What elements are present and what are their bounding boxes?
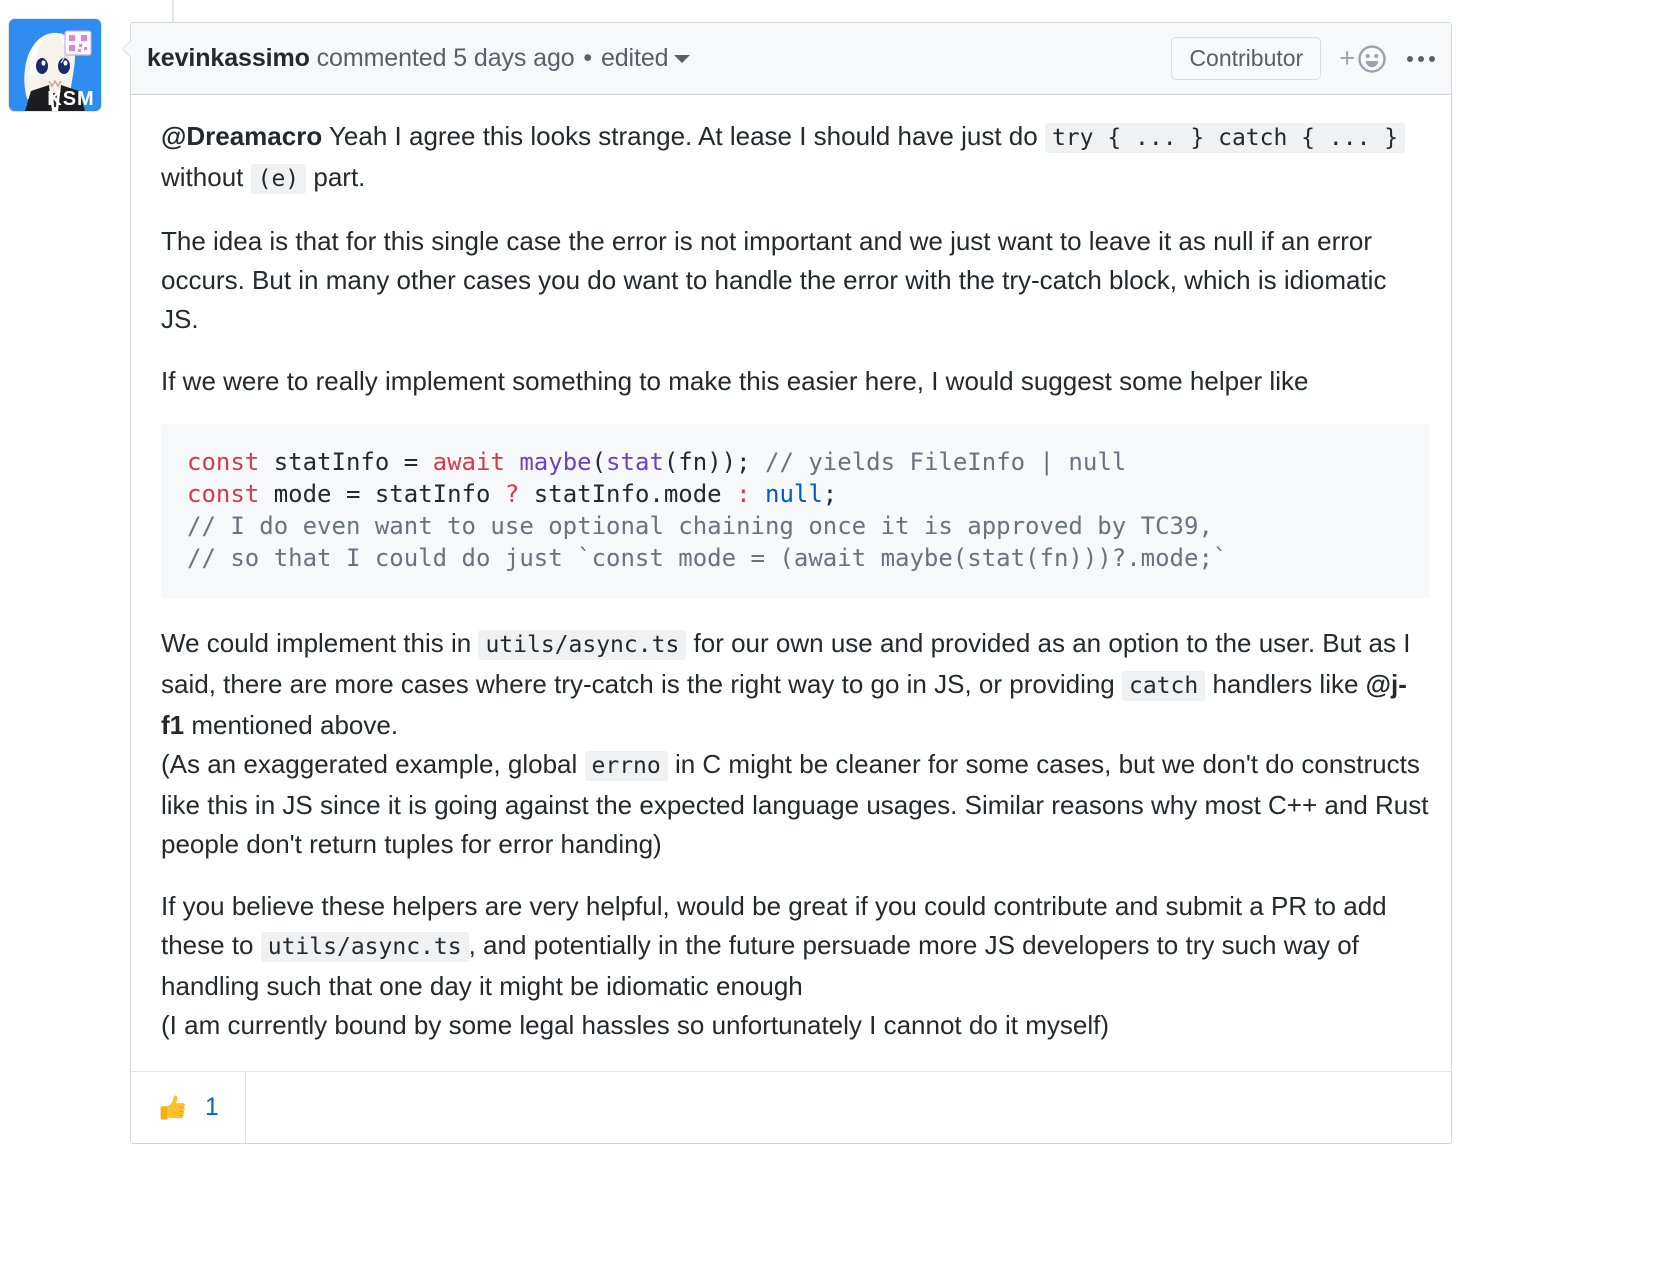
comment-meta: kevinkassimo commented 5 days ago • edit…: [147, 44, 1171, 73]
comment-header: kevinkassimo commented 5 days ago • edit…: [131, 23, 1451, 95]
code-keyword-const-2: const: [187, 480, 260, 508]
comment-container: kevinkassimo commented 5 days ago • edit…: [122, 22, 1452, 1144]
inline-code-try-catch: try { ... } catch { ... }: [1044, 123, 1406, 153]
p4-text-a: We could implement this in: [161, 628, 479, 658]
p4-text-d: mentioned above.: [184, 710, 399, 740]
inline-code-e: (e): [250, 164, 307, 194]
paragraph-2: The idea is that for this single case th…: [161, 226, 1387, 334]
comment-box: kevinkassimo commented 5 days ago • edit…: [122, 22, 1452, 1144]
kebab-dot: [1407, 55, 1413, 62]
code-block: const statInfo = await maybe(stat(fn)); …: [161, 424, 1429, 598]
comment-actions-menu-button[interactable]: [1405, 55, 1435, 62]
paragraph-6: If you believe these helpers are very he…: [161, 887, 1429, 1006]
code-fn-maybe: maybe: [519, 448, 592, 476]
inline-code-errno: errno: [584, 751, 668, 781]
user-mention-dreamacro[interactable]: @Dreamacro: [161, 121, 322, 151]
code-fn-stat: stat: [606, 448, 664, 476]
meta-separator: •: [583, 44, 593, 72]
paragraph-5: (As an exaggerated example, global errno…: [161, 745, 1429, 864]
p1-text-a: Yeah I agree this looks strange. At leas…: [322, 121, 1045, 151]
inline-code-utils-async-1: utils/async.ts: [478, 630, 687, 660]
plus-icon: +: [1339, 43, 1355, 73]
comment-header-actions: Contributor +: [1171, 36, 1435, 81]
code-operator-ternary-colon: :: [736, 480, 751, 508]
code-block-content: const statInfo = await maybe(stat(fn)); …: [187, 446, 1403, 574]
code-constant-null: null: [765, 480, 823, 508]
svg-text:KSM: KSM: [47, 88, 94, 110]
code-line1-paren: (: [591, 448, 607, 476]
comment-author-link[interactable]: kevinkassimo: [147, 44, 310, 72]
code-line2-var1: mode = statInfo: [259, 480, 505, 508]
thumbs-up-emoji-icon: [157, 1092, 189, 1124]
comment-timestamp[interactable]: 5 days ago: [453, 44, 574, 72]
smiley-face-icon: [1357, 44, 1387, 74]
comment-action-label: commented: [316, 44, 447, 72]
chevron-down-icon[interactable]: [674, 55, 691, 63]
paragraph-4: We could implement this in utils/async.t…: [161, 624, 1429, 745]
p4-text-c: handlers like: [1205, 669, 1366, 699]
status-badge-contributor: Contributor: [1171, 36, 1322, 81]
reaction-thumbsup-button[interactable]: 1: [131, 1072, 246, 1143]
paragraph-1: @Dreamacro Yeah I agree this looks stran…: [161, 117, 1429, 199]
kebab-dot: [1418, 55, 1424, 62]
code-line1-space: [505, 448, 519, 476]
avatar[interactable]: KSM: [9, 19, 101, 111]
code-line2-semi: ;: [822, 480, 838, 508]
reaction-count: 1: [205, 1093, 219, 1121]
p1-text-b: without: [161, 162, 251, 192]
code-line2-space: [751, 480, 765, 508]
code-line1-rest: (fn));: [663, 448, 765, 476]
code-keyword-await: await: [432, 448, 505, 476]
paragraph-3: If we were to really implement something…: [161, 366, 1309, 396]
code-comment-line4: // so that I could do just `const mode =…: [187, 544, 1228, 572]
kebab-dot: [1429, 55, 1435, 62]
p5-text-a: (As an exaggerated example, global: [161, 749, 585, 779]
p1-text-c: part.: [306, 162, 366, 192]
reactions-row: 1: [131, 1071, 1451, 1143]
code-comment-line3: // I do even want to use optional chaini…: [187, 512, 1213, 540]
add-reaction-button[interactable]: +: [1339, 44, 1387, 74]
inline-code-catch: catch: [1121, 671, 1206, 701]
reactions-empty-space: [246, 1072, 1451, 1143]
code-operator-ternary-q: ?: [504, 480, 520, 508]
code-line2-var2: statInfo.mode: [519, 480, 737, 508]
edited-label[interactable]: edited: [601, 44, 669, 72]
code-comment-line1: // yields FileInfo | null: [765, 448, 1127, 476]
paragraph-7: (I am currently bound by some legal hass…: [161, 1010, 1110, 1040]
code-keyword-const: const: [187, 448, 260, 476]
code-line1-var: statInfo =: [259, 448, 433, 476]
comment-body: @Dreamacro Yeah I agree this looks stran…: [131, 95, 1451, 1071]
inline-code-utils-async-2: utils/async.ts: [260, 932, 469, 962]
